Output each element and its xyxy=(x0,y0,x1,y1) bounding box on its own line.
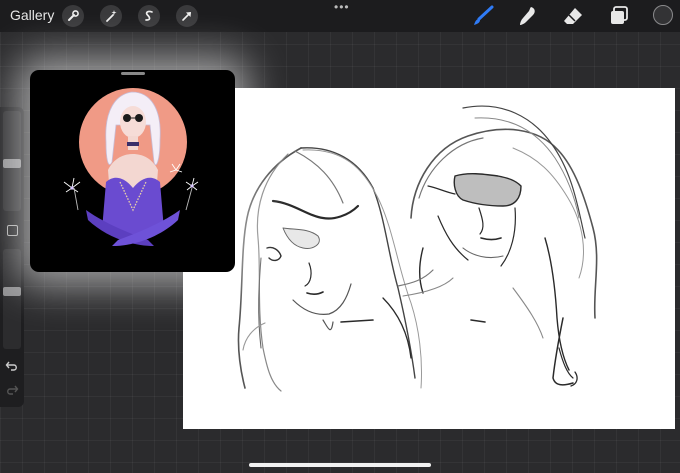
eraser-icon[interactable] xyxy=(561,4,585,28)
smudge-icon[interactable] xyxy=(516,4,540,28)
home-indicator[interactable] xyxy=(249,463,431,467)
gallery-button[interactable]: Gallery xyxy=(10,7,54,23)
color-picker-button[interactable] xyxy=(653,5,673,25)
left-sidebar xyxy=(0,107,24,407)
brush-icon[interactable] xyxy=(471,4,495,28)
opacity-thumb[interactable] xyxy=(3,287,21,296)
undo-icon[interactable] xyxy=(5,360,19,372)
wrench-icon xyxy=(68,10,79,21)
opacity-slider[interactable] xyxy=(3,249,21,349)
reference-illustration xyxy=(63,88,199,246)
sketch-drawing xyxy=(237,105,598,392)
reference-drag-handle[interactable] xyxy=(121,72,145,75)
adjustments-button[interactable] xyxy=(100,5,122,27)
redo-icon[interactable] xyxy=(5,384,19,396)
brush-size-slider[interactable] xyxy=(3,111,21,211)
actions-button[interactable] xyxy=(62,5,84,27)
reference-window[interactable] xyxy=(30,70,235,272)
square-modify-icon[interactable] xyxy=(7,225,18,236)
brush-size-thumb[interactable] xyxy=(3,159,21,168)
transform-arrow-icon xyxy=(182,12,191,21)
drawing-canvas[interactable] xyxy=(183,88,675,429)
selection-icon xyxy=(145,10,153,21)
layers-icon[interactable] xyxy=(607,4,631,28)
selection-button[interactable] xyxy=(138,5,160,27)
top-toolbar: Gallery ••• xyxy=(0,0,680,32)
transform-button[interactable] xyxy=(176,5,198,27)
magic-wand-icon xyxy=(106,10,117,22)
more-options-icon[interactable]: ••• xyxy=(334,1,350,13)
